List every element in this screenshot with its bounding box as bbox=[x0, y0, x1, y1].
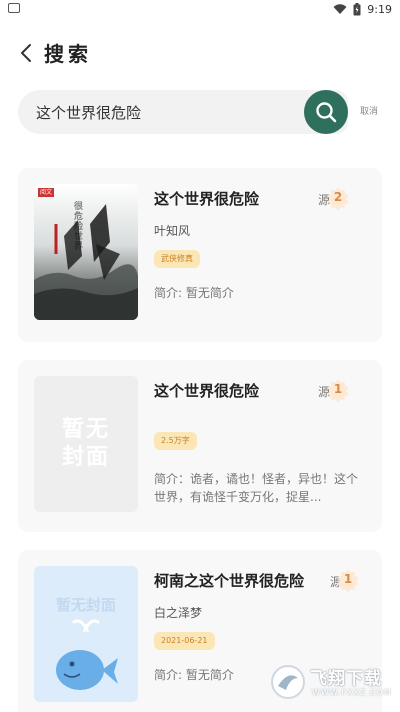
book-cover[interactable]: 暂无封面 bbox=[34, 566, 138, 702]
book-title[interactable]: 柯南之这个世界很危险 bbox=[154, 570, 304, 591]
watermark-text: 飞翔下载 bbox=[310, 669, 382, 689]
back-arrow-icon bbox=[21, 44, 31, 62]
wifi-icon bbox=[333, 3, 347, 14]
book-author: 叶知风 bbox=[154, 224, 191, 238]
battery-icon bbox=[353, 2, 361, 15]
status-time: 9:19 bbox=[367, 2, 392, 16]
search-button[interactable] bbox=[304, 90, 348, 134]
cover-badge: 阅文 bbox=[38, 188, 55, 197]
source-count: 2 bbox=[333, 190, 343, 204]
book-intro: 简介: 暂无简介 bbox=[154, 286, 234, 300]
watermark-logo: 飞翔下载 WWW.FXXZ.COM bbox=[270, 662, 394, 706]
book-tag: 武侠修真 bbox=[154, 250, 200, 268]
book-intro: 简介：诡者，谲也！怪者，异也！这个世界，有诡怪千变万化，捉星... bbox=[154, 472, 359, 504]
source-count: 1 bbox=[333, 382, 343, 396]
book-cover[interactable]: 阅文 很危险世界 bbox=[34, 184, 138, 320]
cover-art-text: 很危险世界 bbox=[74, 202, 84, 252]
book-tag: 2021-06-21 bbox=[154, 632, 215, 650]
book-title[interactable]: 这个世界很危险 bbox=[154, 188, 259, 209]
search-bar bbox=[18, 90, 348, 134]
cancel-button[interactable]: 取消 bbox=[360, 104, 378, 117]
result-card[interactable]: 暂无封面 这个世界很危险 源 1 2.5万字 简介：诡者，谲也！怪者，异也！这个… bbox=[18, 360, 382, 532]
book-tag: 2.5万字 bbox=[154, 432, 197, 450]
status-bar: 9:19 bbox=[0, 0, 400, 18]
book-author: 白之泽梦 bbox=[154, 606, 203, 620]
whale-icon bbox=[56, 619, 118, 690]
search-input[interactable] bbox=[36, 98, 306, 126]
result-card[interactable]: 阅文 很危险世界 这个世界很危险 源 2 叶知风 武侠修真 简介: 暂无简介 bbox=[18, 168, 382, 342]
back-button[interactable] bbox=[14, 40, 38, 66]
cover-placeholder-text: 暂无封面 bbox=[61, 417, 110, 470]
source-count-badge[interactable]: 2 bbox=[326, 186, 350, 210]
search-icon bbox=[316, 102, 337, 123]
source-count-badge[interactable]: 1 bbox=[336, 568, 360, 592]
header: 搜索 bbox=[0, 36, 400, 70]
watermark-url: WWW.FXXZ.COM bbox=[312, 688, 392, 697]
book-title[interactable]: 这个世界很危险 bbox=[154, 380, 259, 401]
status-icons: 9:19 bbox=[333, 2, 392, 16]
page-title: 搜索 bbox=[44, 42, 92, 66]
source-count: 1 bbox=[343, 572, 353, 586]
book-cover[interactable]: 暂无封面 bbox=[34, 376, 138, 512]
watermark-icon bbox=[271, 665, 305, 699]
notification-icon bbox=[8, 3, 20, 13]
source-count-badge[interactable]: 1 bbox=[326, 378, 350, 402]
